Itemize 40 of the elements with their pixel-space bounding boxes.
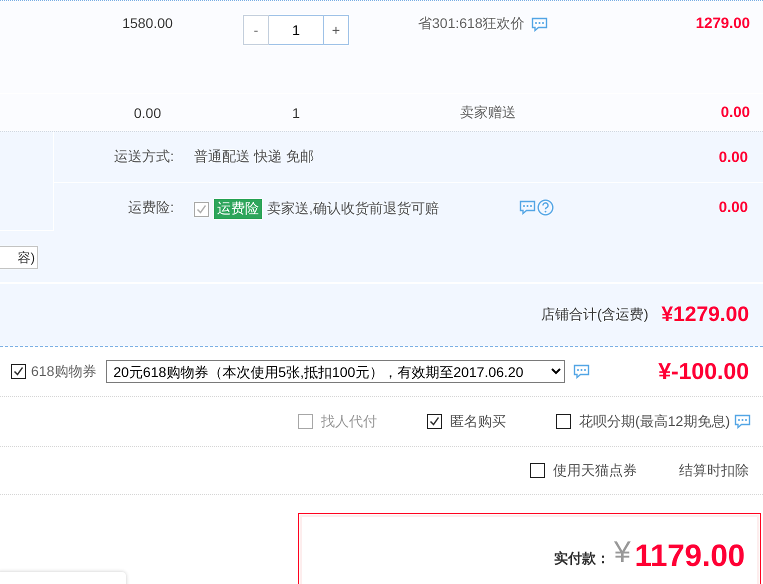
shipping-label: 运送方式: — [113, 148, 174, 166]
store-total-label: 店铺合计(含运费) — [541, 306, 648, 324]
shipping-cost: 0.00 — [718, 148, 748, 166]
option-label: 使用天猫点券 — [553, 462, 637, 480]
chat-icon[interactable] — [734, 414, 751, 429]
payment-label: 实付款： — [554, 550, 610, 568]
coupon-discount: ¥-100.00 — [658, 358, 749, 385]
promotion-text: 卖家赠送 — [460, 104, 516, 122]
quantity: 1 — [292, 104, 300, 120]
insurance-label: 运费险: — [127, 199, 174, 218]
subtotal: 0.00 — [720, 104, 750, 121]
quantity-field[interactable]: 1 — [269, 15, 323, 45]
store-total-amount: ¥1279.00 — [661, 303, 749, 327]
chat-icon[interactable] — [573, 364, 590, 379]
unit-price: 0.00 — [132, 104, 162, 120]
increase-button[interactable]: + — [323, 15, 349, 45]
insurance-description: 卖家送,确认收货前退货可赔 — [267, 200, 439, 218]
insurance-tag: 运费险 — [214, 199, 262, 220]
checkbox[interactable] — [427, 414, 442, 429]
option-label: 匿名购买 — [450, 412, 506, 430]
chat-icon[interactable] — [530, 16, 548, 32]
promotion-text: 省301:618狂欢价 — [418, 15, 525, 33]
checkbox[interactable] — [11, 364, 26, 379]
help-icon[interactable] — [536, 199, 554, 216]
subtotal: 1279.00 — [696, 15, 750, 32]
checkbox[interactable] — [556, 414, 572, 429]
coupon-label: 618购物券 — [31, 362, 96, 380]
checkbox[interactable] — [530, 463, 545, 478]
coupon-dropdown[interactable]: 20元618购物券（本次使用5张,抵扣100元），有效期至2017.06.20 — [106, 360, 566, 383]
insurance-cost: 0.00 — [718, 199, 748, 216]
option-label: 花呗分期(最高12期免息) — [579, 412, 730, 430]
unit-price: 1580.00 — [121, 15, 174, 31]
decrease-button[interactable]: - — [243, 15, 269, 45]
deduction-note: 结算时扣除 — [679, 462, 749, 480]
shipping-method: 普通配送 快递 免邮 — [194, 148, 314, 166]
payment-amount: 1179.00 — [634, 538, 745, 574]
option-label: 找人代付 — [321, 412, 378, 430]
currency-symbol: ¥ — [614, 536, 631, 570]
chat-icon[interactable] — [518, 200, 536, 216]
message-field[interactable]: 容) — [0, 246, 38, 269]
